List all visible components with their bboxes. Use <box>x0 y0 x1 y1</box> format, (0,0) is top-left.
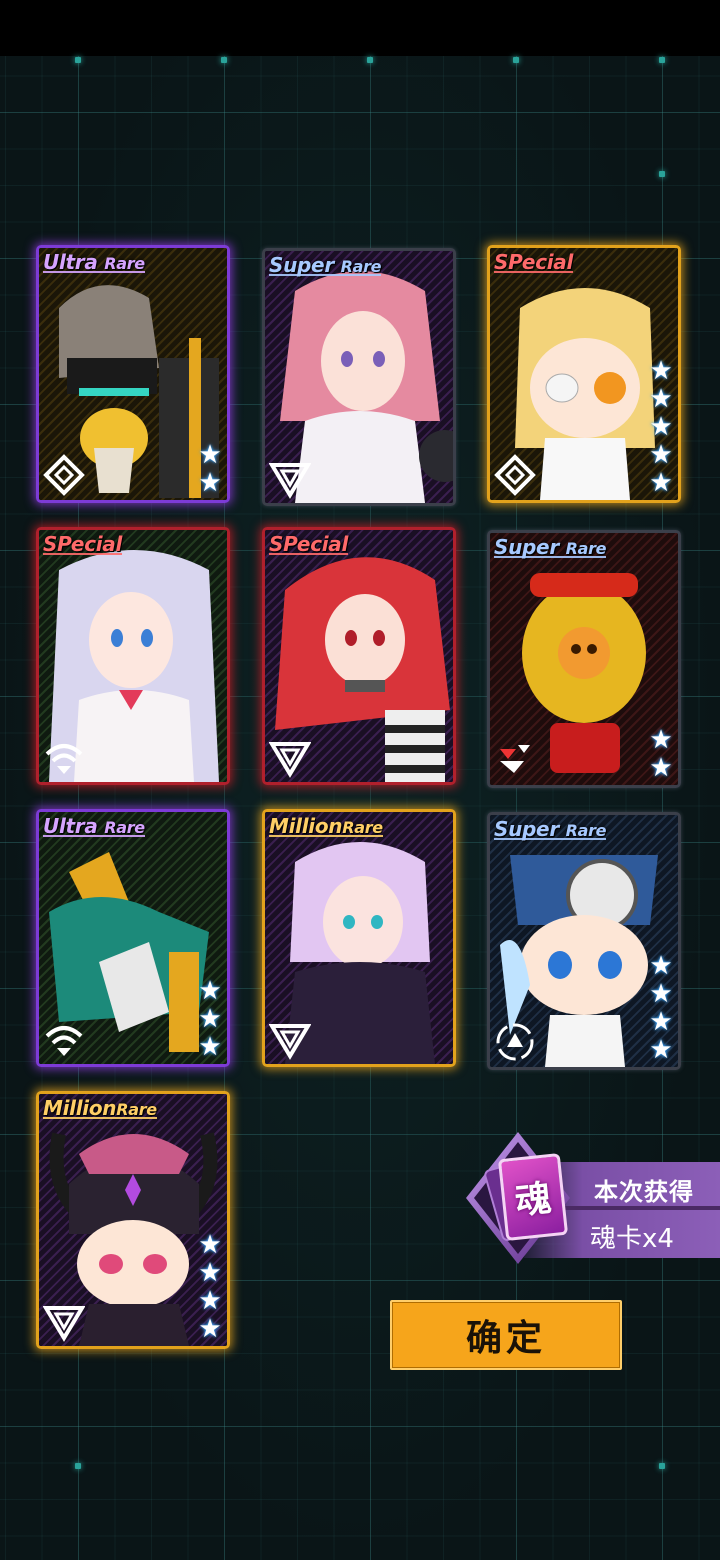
star-rating: ★ ★ ★ <box>197 978 223 1060</box>
triangle-element-icon <box>269 1024 311 1060</box>
wifi-element-icon <box>45 744 83 774</box>
result-card-9[interactable]: Super Rare ★ ★ ★ ★ <box>487 812 681 1070</box>
star-icon: ★ <box>649 1007 673 1037</box>
star-icon: ★ <box>198 976 222 1006</box>
diamond-element-icon <box>43 454 85 496</box>
triangle-element-icon <box>269 742 311 778</box>
result-card-5[interactable]: SPecial <box>262 527 456 785</box>
star-icon: ★ <box>649 384 673 414</box>
slash-element-icon <box>500 745 530 773</box>
rarity-label: Ultra Rare <box>43 250 145 274</box>
star-rating: ★ ★ <box>197 442 223 496</box>
reward-value: 魂卡x4 <box>590 1224 674 1254</box>
rarity-label: SPecial <box>269 532 349 556</box>
result-card-3[interactable]: SPecial ★ ★ ★ ★ ★ <box>487 245 681 503</box>
star-icon: ★ <box>649 951 673 981</box>
star-icon: ★ <box>649 356 673 386</box>
result-card-2[interactable]: Super Rare <box>262 248 456 506</box>
star-rating: ★ ★ ★ ★ ★ <box>648 358 674 496</box>
rarity-label: Super Rare <box>494 535 607 559</box>
star-icon: ★ <box>198 1286 222 1316</box>
star-rating: ★ ★ <box>648 727 674 781</box>
star-icon: ★ <box>649 440 673 470</box>
soul-card-reward: 本次获得 魂卡x4 魂 <box>462 1128 720 1268</box>
star-icon: ★ <box>649 468 673 498</box>
star-rating: ★ ★ ★ ★ <box>648 953 674 1063</box>
reward-title: 本次获得 <box>594 1178 694 1206</box>
rarity-label: MillionRare <box>269 814 383 838</box>
rarity-label: Super Rare <box>269 253 382 277</box>
star-icon: ★ <box>649 725 673 755</box>
result-card-8[interactable]: MillionRare <box>262 809 456 1067</box>
wifi-element-icon <box>45 1026 83 1056</box>
target-element-icon <box>496 1023 534 1061</box>
star-icon: ★ <box>198 1230 222 1260</box>
rarity-label: SPecial <box>43 532 123 556</box>
star-icon: ★ <box>198 440 222 470</box>
star-icon: ★ <box>649 412 673 442</box>
star-icon: ★ <box>649 1035 673 1065</box>
star-icon: ★ <box>198 1258 222 1288</box>
rarity-label: Super Rare <box>494 817 607 841</box>
star-rating: ★ ★ ★ ★ <box>197 1232 223 1342</box>
star-icon: ★ <box>198 468 222 498</box>
triangle-element-icon <box>269 463 311 499</box>
result-card-4[interactable]: SPecial <box>36 527 230 785</box>
rarity-label: MillionRare <box>43 1096 157 1120</box>
triangle-element-icon <box>43 1306 85 1342</box>
star-icon: ★ <box>649 979 673 1009</box>
rarity-label: SPecial <box>494 250 574 274</box>
rarity-label: Ultra Rare <box>43 814 145 838</box>
result-card-1[interactable]: Ultra Rare ★ ★ <box>36 245 230 503</box>
confirm-button[interactable]: 确定 <box>390 1300 622 1370</box>
star-icon: ★ <box>649 753 673 783</box>
soul-card-glyph: 魂 <box>497 1152 569 1242</box>
star-icon: ★ <box>198 1032 222 1062</box>
star-icon: ★ <box>198 1314 222 1344</box>
status-bar <box>0 0 720 56</box>
diamond-element-icon <box>494 454 536 496</box>
result-card-7[interactable]: Ultra Rare ★ ★ ★ <box>36 809 230 1067</box>
result-card-10[interactable]: MillionRare ★ ★ ★ ★ <box>36 1091 230 1349</box>
star-icon: ★ <box>198 1004 222 1034</box>
result-card-6[interactable]: Super Rare ★ ★ <box>487 530 681 788</box>
